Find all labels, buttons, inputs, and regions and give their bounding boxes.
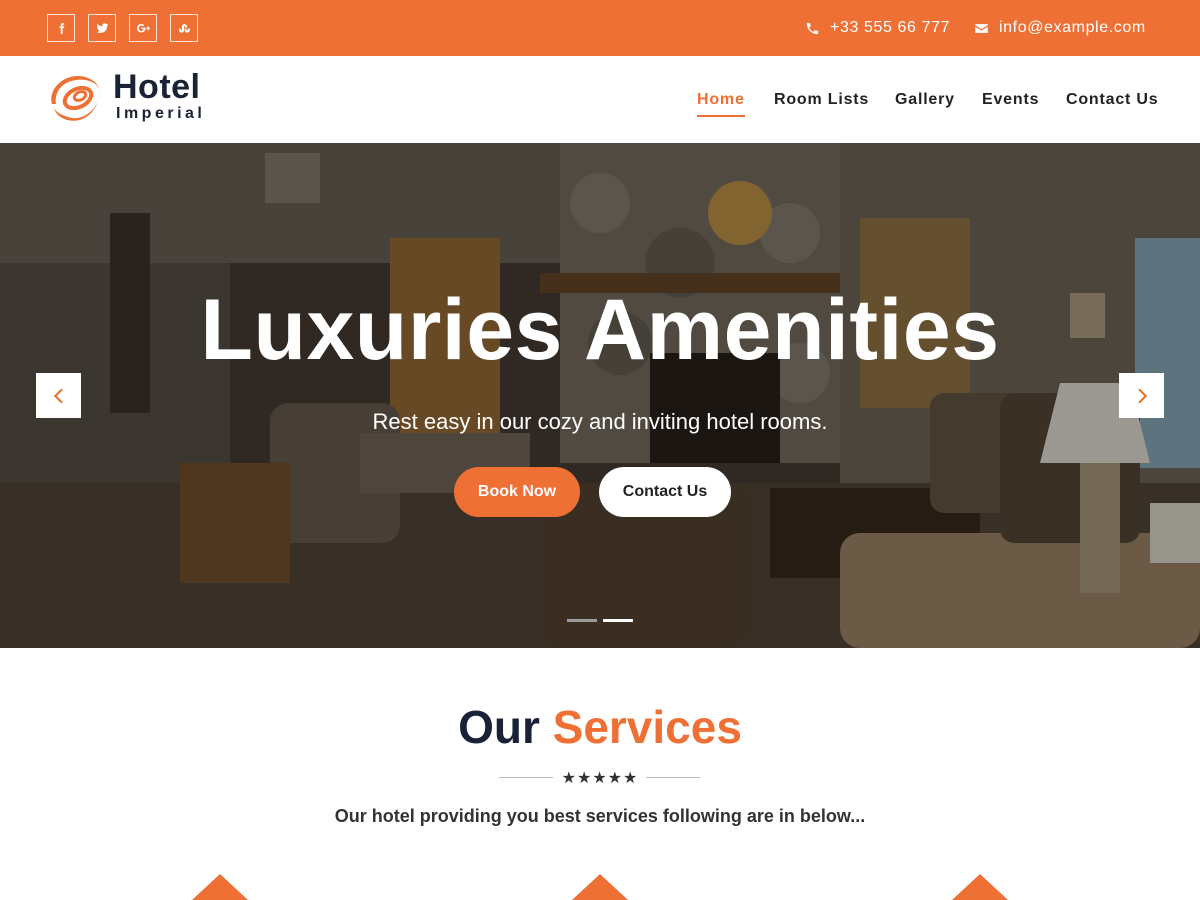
services-heading-part1: Our xyxy=(458,701,540,753)
services-heading-part2: Services xyxy=(552,701,742,753)
nav-home[interactable]: Home xyxy=(697,56,745,143)
hero-subtitle: Rest easy in our cozy and inviting hotel… xyxy=(372,409,828,434)
star-rating-icon: ★★★★★ xyxy=(561,770,639,787)
logo-subtitle: Imperial xyxy=(116,105,206,122)
site-header: Hotel Imperial Home Room Lists Gallery E… xyxy=(0,56,1200,143)
services-description: Our hotel providing you best services fo… xyxy=(334,806,866,826)
twitter-icon[interactable] xyxy=(88,14,116,42)
chevron-right-icon xyxy=(1137,388,1147,403)
logo-title[interactable]: Hotel xyxy=(113,68,201,107)
contact-us-button[interactable]: Contact Us xyxy=(599,467,731,517)
phone-info: +33 555 66 777 xyxy=(805,0,950,56)
hero-title: Luxuries Amenities xyxy=(200,282,1000,378)
facebook-icon[interactable] xyxy=(47,14,75,42)
service-card-top-1 xyxy=(192,874,248,900)
slider-dot-2[interactable] xyxy=(603,619,633,622)
envelope-icon xyxy=(975,23,988,33)
hotel-logo-icon[interactable] xyxy=(44,68,104,128)
stumbleupon-icon[interactable] xyxy=(170,14,198,42)
services-heading: Our Services xyxy=(0,700,1200,754)
nav-contact-us[interactable]: Contact Us xyxy=(1066,56,1158,143)
email-info: info@example.com xyxy=(974,0,1146,56)
hero-dark-overlay xyxy=(0,143,1200,648)
phone-number[interactable]: +33 555 66 777 xyxy=(830,19,950,37)
slider-prev-button[interactable] xyxy=(36,373,81,418)
service-card-top-3 xyxy=(952,874,1008,900)
divider-line-right xyxy=(646,777,700,778)
book-now-button[interactable]: Book Now xyxy=(454,467,580,517)
service-card-top-2 xyxy=(572,874,628,900)
nav-room-lists[interactable]: Room Lists xyxy=(774,56,869,143)
nav-gallery[interactable]: Gallery xyxy=(895,56,955,143)
phone-icon xyxy=(806,22,819,34)
nav-events[interactable]: Events xyxy=(982,56,1039,143)
slider-dot-1[interactable] xyxy=(567,619,597,622)
top-bar: +33 555 66 777 info@example.com xyxy=(0,0,1200,56)
hero-slider: Luxuries Amenities Rest easy in our cozy… xyxy=(0,143,1200,648)
email-address[interactable]: info@example.com xyxy=(999,19,1146,37)
slider-next-button[interactable] xyxy=(1119,373,1164,418)
google-plus-icon[interactable] xyxy=(129,14,157,42)
chevron-left-icon xyxy=(53,388,63,403)
